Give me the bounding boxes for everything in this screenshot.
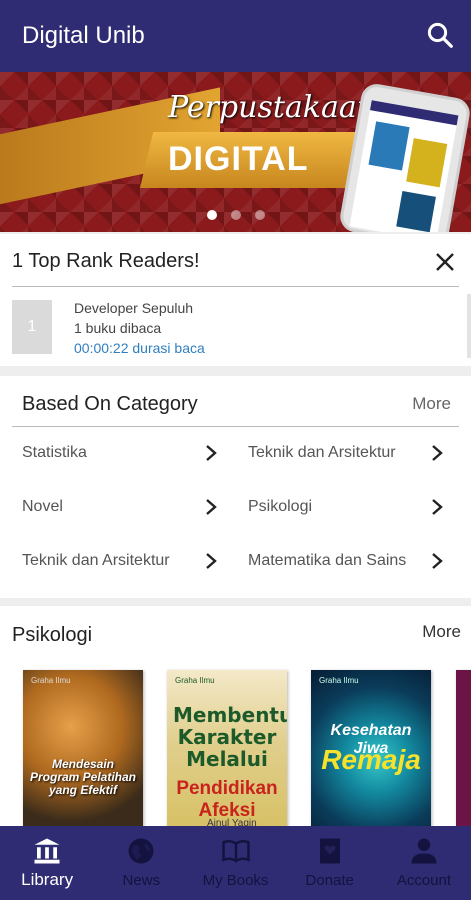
library-icon xyxy=(34,838,60,864)
book-title: Membentuk Karakter Melalui xyxy=(173,703,287,771)
book-open-icon xyxy=(221,840,250,863)
carousel-dot[interactable] xyxy=(255,210,265,220)
carousel-dot[interactable] xyxy=(207,210,217,220)
book-cover[interactable]: Graha Ilmu Kesehatan Jiwa Remaja xyxy=(311,670,431,832)
book-publisher: Graha Ilmu xyxy=(175,676,215,685)
divider xyxy=(12,286,459,287)
book-cover[interactable]: Graha Ilmu Membentuk Karakter Melalui Pe… xyxy=(167,670,287,832)
app-bar: Digital Unib xyxy=(0,0,471,72)
divider xyxy=(12,426,459,427)
category-item-matematika-sains[interactable]: Matematika dan Sains xyxy=(248,548,444,576)
book-cover-peek[interactable] xyxy=(456,670,471,832)
category-label: Teknik dan Arsitektur xyxy=(22,552,170,569)
tab-donate[interactable]: Donate xyxy=(283,826,377,900)
category-item-statistika[interactable]: Statistika xyxy=(22,440,218,468)
reader-books-read: 1 buku dibaca xyxy=(74,320,162,336)
globe-icon xyxy=(128,838,154,864)
person-icon xyxy=(411,838,437,864)
tab-library[interactable]: Library xyxy=(0,826,94,900)
category-label: Matematika dan Sains xyxy=(248,552,407,569)
donate-book-icon xyxy=(319,838,340,864)
tab-label: News xyxy=(122,872,161,889)
books-section-title: Psikologi xyxy=(12,624,93,646)
category-more-button[interactable]: More xyxy=(412,394,451,414)
tab-my-books[interactable]: My Books xyxy=(188,826,282,900)
category-item-teknik-arsitektur[interactable]: Teknik dan Arsitektur xyxy=(248,440,444,468)
tab-label: Account xyxy=(396,872,452,889)
books-more-button[interactable]: More xyxy=(422,622,461,642)
tab-label: Donate xyxy=(305,872,354,889)
chevron-right-icon xyxy=(432,499,443,515)
banner-carousel[interactable]: Perpustakaan DIGITAL xyxy=(0,72,471,232)
bottom-navigation: Library News My Books Donate Account xyxy=(0,826,471,900)
book-subtitle: Pendidikan Afeksi xyxy=(176,778,278,821)
book-cover[interactable]: Graha Ilmu Mendesain Program Pelatihan y… xyxy=(23,670,143,832)
banner-headline: DIGITAL xyxy=(168,140,309,178)
top-readers-card: 1 Top Rank Readers! 1 Developer Sepuluh … xyxy=(0,234,471,366)
book-publisher: Graha Ilmu xyxy=(319,676,359,685)
chevron-right-icon xyxy=(206,553,217,569)
tab-label: My Books xyxy=(202,872,269,889)
category-label: Novel xyxy=(22,498,63,515)
reader-name: Developer Sepuluh xyxy=(74,300,194,316)
category-label: Psikologi xyxy=(248,498,313,515)
banner-script-text: Perpustakaan xyxy=(168,90,377,125)
category-item-teknik-arsitektur-2[interactable]: Teknik dan Arsitektur xyxy=(22,548,218,576)
carousel-indicator xyxy=(207,210,265,220)
category-section: Based On Category More Statistika Teknik… xyxy=(0,376,471,598)
book-title: Mendesain Program Pelatihan yang Efektif xyxy=(29,757,137,798)
chevron-right-icon xyxy=(432,553,443,569)
category-label: Teknik dan Arsitektur xyxy=(248,444,396,461)
top-readers-title: 1 Top Rank Readers! xyxy=(12,250,200,272)
category-label: Statistika xyxy=(22,444,87,461)
tab-label: Library xyxy=(21,870,74,889)
chevron-right-icon xyxy=(206,499,217,515)
tab-news[interactable]: News xyxy=(94,826,188,900)
close-icon[interactable] xyxy=(433,250,457,274)
tab-account[interactable]: Account xyxy=(377,826,471,900)
search-icon[interactable] xyxy=(425,20,455,50)
next-reader-peek xyxy=(467,294,471,358)
psikologi-books-section: Psikologi More Graha Ilmu Mendesain Prog… xyxy=(0,606,471,832)
book-publisher: Graha Ilmu xyxy=(31,676,71,685)
carousel-dot[interactable] xyxy=(231,210,241,220)
reader-rank-badge: 1 xyxy=(12,300,52,354)
category-section-title: Based On Category xyxy=(22,393,198,415)
chevron-right-icon xyxy=(206,445,217,461)
chevron-right-icon xyxy=(432,445,443,461)
book-subtitle: Remaja xyxy=(321,744,421,775)
reader-duration: 00:00:22 durasi baca xyxy=(74,340,205,356)
category-item-psikologi[interactable]: Psikologi xyxy=(248,494,444,522)
app-title: Digital Unib xyxy=(22,22,145,49)
category-item-novel[interactable]: Novel xyxy=(22,494,218,522)
